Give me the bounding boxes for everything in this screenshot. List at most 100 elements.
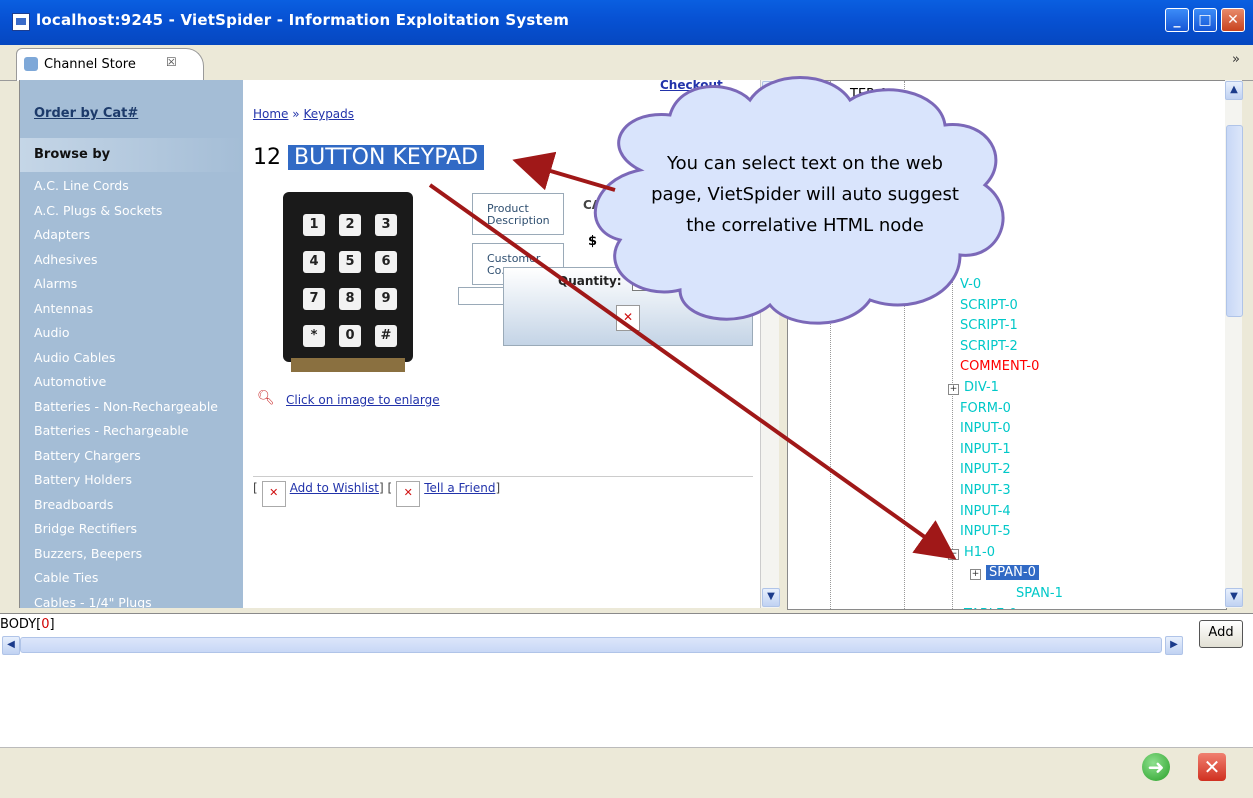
keypad-key: 8 <box>339 288 361 310</box>
tree-node[interactable]: INPUT-4 <box>960 504 1011 519</box>
minimize-button[interactable]: _ <box>1165 8 1189 32</box>
tell-friend-image[interactable]: ✕ <box>396 481 421 507</box>
category-link[interactable]: Alarms <box>34 276 77 291</box>
breadcrumb-home[interactable]: Home <box>253 107 288 121</box>
category-link[interactable]: Breadboards <box>34 497 113 512</box>
keypad-connector <box>291 358 405 372</box>
category-link[interactable]: Adapters <box>34 227 90 242</box>
add-to-cart-image[interactable]: ✕ <box>616 305 640 331</box>
tree-node[interactable]: COMMENT-0 <box>960 359 1039 374</box>
bracket-mid: ] [ <box>379 481 393 495</box>
tab-label: Channel Store <box>44 57 136 72</box>
keypad-key: 4 <box>303 251 325 273</box>
window-title: localhost:9245 - VietSpider - Informatio… <box>36 11 570 29</box>
tree-node[interactable]: SCRIPT-0 <box>960 298 1018 313</box>
tree-node[interactable]: INPUT-0 <box>960 421 1011 436</box>
scroll-right-icon[interactable]: ▶ <box>1165 636 1183 655</box>
node-path-index: 0 <box>41 617 50 632</box>
tree-node[interactable]: SPAN-0 <box>986 565 1039 581</box>
keypad-key: 7 <box>303 288 325 310</box>
category-link[interactable]: Cable Ties <box>34 570 98 585</box>
quantity-input[interactable]: 1 <box>632 271 654 291</box>
tree-node[interactable]: FORM-0 <box>960 401 1011 416</box>
divider <box>253 476 753 477</box>
path-horizontal-scrollbar[interactable]: ◀ ▶ <box>2 636 1183 655</box>
bracket-open: [ <box>253 481 258 495</box>
tree-expander-icon[interactable]: − <box>948 548 959 560</box>
go-arrow-icon[interactable]: ➜ <box>1142 753 1170 781</box>
tree-node[interactable]: INPUT-3 <box>960 483 1011 498</box>
tree-scroll-down-icon[interactable]: ▼ <box>1225 588 1243 607</box>
category-link[interactable]: Battery Chargers <box>34 448 141 463</box>
tree-node[interactable]: H1-0 <box>964 545 995 560</box>
breadcrumb: Home » Keypads <box>253 107 354 121</box>
title-bar[interactable]: localhost:9245 - VietSpider - Informatio… <box>0 0 1253 45</box>
category-sidebar: Order by Cat# Browse by A.C. Line Cords A… <box>20 80 243 608</box>
product-title-selection[interactable]: BUTTON KEYPAD <box>288 145 485 170</box>
catalog-label: CAT <box>583 198 609 212</box>
category-link[interactable]: Antennas <box>34 301 93 316</box>
tree-expander-icon[interactable]: + <box>970 569 981 581</box>
category-link[interactable]: Battery Holders <box>34 472 132 487</box>
scroll-up-icon[interactable]: ▲ <box>762 81 780 100</box>
tree-node[interactable]: SCRIPT-2 <box>960 339 1018 354</box>
add-button[interactable]: Add <box>1199 620 1243 648</box>
category-link[interactable]: Adhesives <box>34 252 97 267</box>
checkout-link[interactable]: Checkout <box>660 80 723 92</box>
node-path-panel[interactable] <box>0 613 1253 748</box>
tree-scroll-up-icon[interactable]: ▲ <box>1225 81 1243 100</box>
order-by-link[interactable]: Order by Cat# <box>34 106 138 121</box>
quantity-label: Quantity: <box>558 274 622 288</box>
tree-node[interactable]: SPAN-1 <box>1016 586 1063 601</box>
product-title[interactable]: 12 BUTTON KEYPAD <box>253 145 485 170</box>
app-icon <box>12 13 30 31</box>
breadcrumb-sep: » <box>292 107 300 121</box>
path-scroll-thumb[interactable] <box>20 637 1162 653</box>
tree-node[interactable]: TABLE-0 <box>964 607 1017 609</box>
maximize-button[interactable]: □ <box>1193 8 1217 32</box>
callout-text: You can select text on the web page, Vie… <box>651 153 959 236</box>
close-button[interactable]: ✕ <box>1221 8 1245 32</box>
tree-node[interactable]: SCRIPT-1 <box>960 318 1018 333</box>
tree-node[interactable]: INPUT-1 <box>960 442 1011 457</box>
scroll-down-icon[interactable]: ▼ <box>762 588 780 607</box>
tree-vertical-scrollbar[interactable]: ▲ ▼ <box>1225 80 1243 608</box>
tree-scroll-thumb[interactable] <box>1226 125 1243 317</box>
tree-node[interactable]: LE-0 <box>874 107 902 122</box>
category-link[interactable]: Audio Cables <box>34 350 116 365</box>
keypad-key: 0 <box>339 325 361 347</box>
product-title-prefix: 12 <box>253 145 281 170</box>
cancel-close-icon[interactable]: ✕ <box>1198 753 1226 781</box>
category-link[interactable]: Audio <box>34 325 70 340</box>
chevron-overflow-icon[interactable]: » <box>1232 52 1240 67</box>
category-link[interactable]: A.C. Plugs & Sockets <box>34 203 162 218</box>
category-link[interactable]: Bridge Rectifiers <box>34 521 137 536</box>
keypad-product-image[interactable]: 1 2 3 4 5 6 7 8 9 * 0 # <box>283 192 413 372</box>
add-to-wishlist-link[interactable]: Add to Wishlist <box>290 481 379 495</box>
tree-node[interactable]: INPUT-2 <box>960 462 1011 477</box>
tab-product-description-label: Product Description <box>487 202 550 227</box>
category-link[interactable]: Automotive <box>34 374 106 389</box>
scroll-left-icon[interactable]: ◀ <box>2 636 20 655</box>
wishlist-image[interactable]: ✕ <box>261 481 286 507</box>
magnifier-icon: 🔍︎ <box>257 390 275 406</box>
tree-node[interactable]: TER-0 <box>850 87 888 102</box>
tell-a-friend-link[interactable]: Tell a Friend <box>424 481 495 495</box>
category-link[interactable]: Batteries - Non-Rechargeable <box>34 399 218 414</box>
browse-by-label: Browse by <box>34 147 111 162</box>
tree-node[interactable]: INPUT-5 <box>960 524 1011 539</box>
tree-node[interactable]: DIV-1 <box>964 380 999 395</box>
tree-expander-icon[interactable]: + <box>948 384 959 395</box>
tab-product-description[interactable]: Product Description <box>472 193 564 235</box>
tab-close-icon[interactable]: ☒ <box>166 55 177 69</box>
category-link[interactable]: Batteries - Rechargeable <box>34 423 189 438</box>
category-link[interactable]: A.C. Line Cords <box>34 178 129 193</box>
node-path[interactable]: BODY[0] <box>0 617 55 632</box>
tree-node[interactable]: V-0 <box>960 277 981 292</box>
node-path-name: BODY <box>0 617 37 632</box>
enlarge-image-link[interactable]: Click on image to enlarge <box>286 393 440 407</box>
category-link[interactable]: Cables - 1/4" Plugs <box>34 595 152 609</box>
bracket-close: ] <box>495 481 501 495</box>
breadcrumb-keypads[interactable]: Keypads <box>303 107 354 121</box>
category-link[interactable]: Buzzers, Beepers <box>34 546 142 561</box>
